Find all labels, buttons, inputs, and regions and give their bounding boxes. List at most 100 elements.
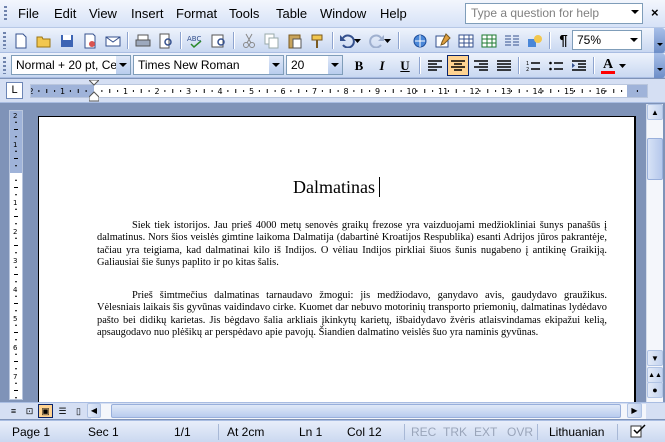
indent-marker-icon[interactable]	[89, 80, 99, 102]
indent-button[interactable]	[568, 55, 590, 76]
justify-button[interactable]	[493, 55, 515, 76]
italic-button[interactable]: I	[371, 55, 393, 76]
font-color-letter: A	[602, 56, 614, 72]
cut-icon[interactable]	[238, 30, 259, 51]
style-dropdown-icon[interactable]	[116, 56, 130, 74]
menu-insert[interactable]: Insert	[131, 6, 164, 22]
status-ovr[interactable]: OVR	[507, 425, 533, 439]
menu-window[interactable]: Window	[320, 6, 366, 22]
document-heading: Dalmatinas	[39, 177, 634, 198]
toolbar-options-icon[interactable]	[654, 53, 665, 78]
style-combo[interactable]: Normal + 20 pt, Ce	[11, 55, 131, 75]
document-close-icon[interactable]: ×	[651, 6, 659, 19]
format-painter-icon[interactable]	[307, 30, 328, 51]
paste-icon[interactable]	[284, 30, 305, 51]
scroll-up-icon[interactable]: ▲	[647, 104, 663, 120]
menu-tools[interactable]: Tools	[229, 6, 259, 22]
underline-button[interactable]: U	[394, 55, 416, 76]
horizontal-scrollbar[interactable]: ◀ ▶	[87, 403, 646, 419]
reading-layout-view-icon[interactable]: ▯	[71, 404, 86, 418]
ask-question-box[interactable]: Type a question for help	[465, 3, 643, 24]
insert-table-icon[interactable]	[455, 30, 476, 51]
insert-excel-icon[interactable]	[478, 30, 499, 51]
menu-help[interactable]: Help	[380, 6, 407, 22]
toolbar-grip[interactable]	[3, 57, 6, 74]
horizontal-ruler-bar: L 2 1 1 2 3 4 5 6 7 8 9 10 11 12 13 14 15 16	[0, 79, 665, 103]
menu-bar-grip[interactable]	[4, 6, 7, 22]
bullets-button[interactable]	[545, 55, 567, 76]
status-rec[interactable]: REC	[411, 425, 436, 439]
normal-view-icon[interactable]: ≡	[6, 404, 21, 418]
font-dropdown-icon[interactable]	[269, 56, 283, 74]
menu-edit[interactable]: Edit	[54, 6, 76, 22]
open-folder-icon[interactable]	[33, 30, 54, 51]
toolbar-separator	[593, 57, 594, 74]
outline-view-icon[interactable]: ☰	[55, 404, 70, 418]
scroll-right-icon[interactable]: ▶	[627, 403, 642, 418]
menu-table[interactable]: Table	[276, 6, 307, 22]
vertical-scrollbar[interactable]: ▲ ▼ ▲▲ ●	[646, 104, 663, 402]
select-browse-object-icon[interactable]: ●	[647, 382, 663, 398]
previous-page-icon[interactable]: ▲▲	[647, 367, 663, 383]
drawing-icon[interactable]	[524, 30, 545, 51]
tab-selector[interactable]: L	[6, 82, 23, 99]
ask-dropdown-icon[interactable]	[631, 10, 639, 14]
ruler-number: 12	[470, 87, 480, 96]
font-combo[interactable]: Times New Roman	[133, 55, 284, 75]
toolbar-grip[interactable]	[3, 32, 6, 49]
zoom-combo[interactable]: 75%	[572, 30, 642, 50]
ruler-number: 2	[155, 87, 160, 96]
toolbar-separator	[180, 32, 181, 49]
scroll-left-icon[interactable]: ◀	[87, 403, 101, 418]
status-separator	[404, 424, 405, 440]
copy-icon[interactable]	[261, 30, 282, 51]
print-preview-icon[interactable]	[155, 30, 176, 51]
email-icon[interactable]	[102, 30, 123, 51]
font-color-button[interactable]: A	[597, 55, 619, 76]
align-right-button[interactable]	[470, 55, 492, 76]
print-icon[interactable]	[132, 30, 153, 51]
status-language[interactable]: Lithuanian	[549, 425, 604, 439]
spelling-icon[interactable]: ABC	[185, 30, 206, 51]
horizontal-scroll-thumb[interactable]	[111, 404, 621, 418]
ruler-number: 1	[123, 87, 128, 96]
font-size-combo[interactable]: 20	[286, 55, 343, 75]
zoom-dropdown-icon[interactable]	[627, 31, 641, 49]
font-size-dropdown-icon[interactable]	[328, 56, 342, 74]
insert-hyperlink-icon[interactable]	[409, 30, 430, 51]
horizontal-ruler[interactable]: 2 1 1 2 3 4 5 6 7 8 9 10 11 12 13 14 15 16	[30, 80, 648, 102]
research-icon[interactable]	[208, 30, 229, 51]
print-layout-view-icon[interactable]: ▣	[38, 404, 53, 418]
paragraph-2: Prieš šimtmečius dalmatinas tarnaudavo ž…	[97, 290, 607, 339]
toolbar-options-icon[interactable]	[654, 28, 665, 53]
vruler-number: 5	[13, 315, 17, 323]
align-center-button[interactable]	[447, 55, 469, 76]
scroll-down-icon[interactable]: ▼	[647, 350, 663, 366]
align-left-button[interactable]	[424, 55, 446, 76]
menu-file[interactable]: File	[18, 6, 39, 22]
style-value: Normal + 20 pt, Ce	[16, 58, 118, 72]
undo-dropdown-icon[interactable]	[353, 30, 362, 51]
new-document-icon[interactable]	[10, 30, 31, 51]
menu-view[interactable]: View	[89, 6, 117, 22]
bold-button[interactable]: B	[348, 55, 370, 76]
permission-icon[interactable]	[79, 30, 100, 51]
font-color-dropdown-icon[interactable]	[618, 55, 627, 76]
spelling-status-icon[interactable]	[630, 424, 648, 439]
web-layout-view-icon[interactable]: ⊡	[22, 404, 37, 418]
vertical-ruler[interactable]: 2 1 1 2 3 4 5 6 7	[9, 110, 23, 400]
numbering-button[interactable]: 12	[522, 55, 544, 76]
status-bar: Page 1 Sec 1 1/1 At 2cm Ln 1 Col 12 REC …	[0, 420, 665, 442]
vertical-scroll-thumb[interactable]	[647, 138, 663, 180]
document-page[interactable]: Dalmatinas Siek tiek istorijos. Jau prie…	[38, 116, 636, 406]
ruler-number: 2	[31, 87, 34, 96]
vruler-number: 2	[13, 112, 17, 120]
save-icon[interactable]	[56, 30, 77, 51]
status-trk[interactable]: TRK	[443, 425, 467, 439]
show-hide-formatting-icon[interactable]: ¶	[553, 30, 574, 51]
columns-icon[interactable]	[501, 30, 522, 51]
redo-dropdown-icon[interactable]	[383, 30, 392, 51]
menu-format[interactable]: Format	[176, 6, 217, 22]
status-ext[interactable]: EXT	[474, 425, 497, 439]
tables-borders-icon[interactable]	[432, 30, 453, 51]
